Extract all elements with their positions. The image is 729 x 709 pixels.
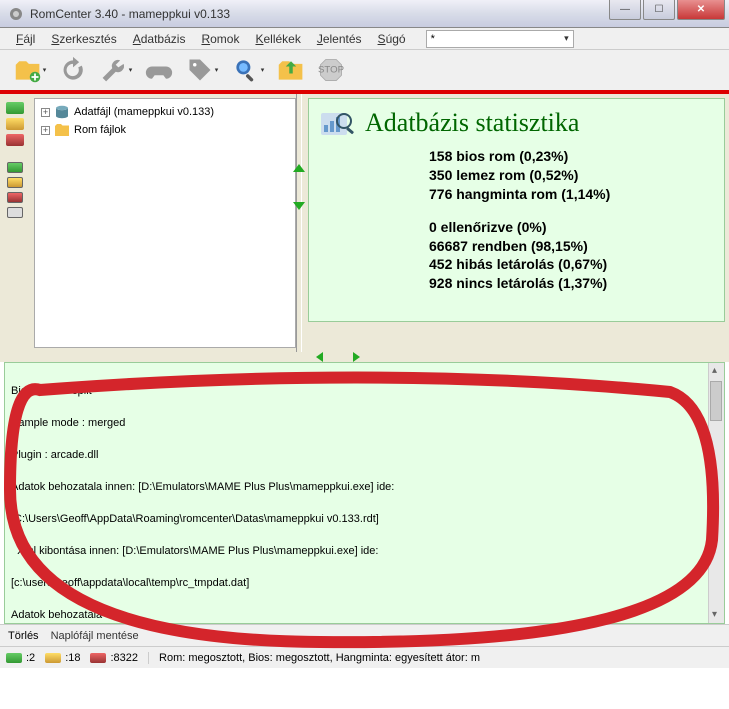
filter-chipbar xyxy=(0,94,30,352)
stats-panel: Adatbázis statisztika 158 bios rom (0,23… xyxy=(302,94,729,352)
stats-line: 928 nincs letárolás (1,37%) xyxy=(429,274,714,293)
log-line: [C:\Users\Geoff\AppData\Roaming\romcente… xyxy=(11,511,720,527)
status-green-count: :2 xyxy=(26,652,35,664)
gamepad-button[interactable] xyxy=(142,53,176,87)
chip-small-grey-icon[interactable] xyxy=(7,207,23,218)
log-line: Adatok behozatala innen: [D:\Emulators\M… xyxy=(11,479,720,495)
stop-button[interactable]: STOP xyxy=(314,53,348,87)
log-line: Xml kibontása innen: [D:\Emulators\MAME … xyxy=(11,543,720,559)
status-green-icon xyxy=(6,653,22,663)
status-yellow-count: :18 xyxy=(65,652,80,664)
tree-panel[interactable]: + Adatfájl (mameppkui v0.133) + Rom fájl… xyxy=(34,98,296,348)
log-panel[interactable]: Bios mode : split Sample mode : merged P… xyxy=(4,362,725,624)
status-yellow-icon xyxy=(45,653,61,663)
scrollbar[interactable] xyxy=(708,363,724,623)
filter-combo[interactable]: * xyxy=(426,30,574,48)
chip-red-icon[interactable] xyxy=(6,134,24,146)
expand-icon[interactable]: + xyxy=(41,108,50,117)
log-save-button[interactable]: Naplófájl mentése xyxy=(51,630,139,642)
chip-yellow-icon[interactable] xyxy=(6,118,24,130)
tree-label-romfiles: Rom fájlok xyxy=(74,124,126,136)
filter-value: * xyxy=(431,33,435,45)
log-line: [c:\users\geoff\appdata\local\temp\rc_tm… xyxy=(11,575,720,591)
log-line: Plugin : arcade.dll xyxy=(11,447,720,463)
stats-magnifier-icon xyxy=(319,107,355,139)
menu-file[interactable]: Fájl xyxy=(12,30,39,48)
database-icon xyxy=(54,105,70,119)
new-db-button[interactable] xyxy=(10,53,50,87)
log-controls: Törlés Naplófájl mentése xyxy=(0,624,729,646)
stats-line: 776 hangminta rom (1,14%) xyxy=(429,185,714,204)
chip-green-icon[interactable] xyxy=(6,102,24,114)
toolbar: STOP xyxy=(0,50,729,94)
refresh-button[interactable] xyxy=(56,53,90,87)
menu-roms[interactable]: Romok xyxy=(197,30,243,48)
stats-title: Adatbázis statisztika xyxy=(365,108,579,138)
statusbar: :2 :18 :8322 Rom: megosztott, Bios: mego… xyxy=(0,646,729,668)
stats-line: 0 ellenőrizve (0%) xyxy=(429,218,714,237)
menu-help[interactable]: Súgó xyxy=(374,30,410,48)
menu-database[interactable]: Adatbázis xyxy=(129,30,190,48)
tree-row-romfiles[interactable]: + Rom fájlok xyxy=(41,121,289,139)
expand-icon[interactable]: + xyxy=(41,126,50,135)
main-panel: + Adatfájl (mameppkui v0.133) + Rom fájl… xyxy=(0,94,729,352)
tools-button[interactable] xyxy=(96,53,136,87)
chip-small-red-icon[interactable] xyxy=(7,192,23,203)
status-red-count: :8322 xyxy=(110,652,138,664)
window-title: RomCenter 3.40 - mameppkui v0.133 xyxy=(30,7,230,21)
export-button[interactable] xyxy=(274,53,308,87)
tree-label-datafile: Adatfájl (mameppkui v0.133) xyxy=(74,106,214,118)
app-icon xyxy=(8,6,24,22)
stats-line: 66687 rendben (98,15%) xyxy=(429,237,714,256)
menu-accessories[interactable]: Kellékek xyxy=(251,30,304,48)
chip-small-yellow-icon[interactable] xyxy=(7,177,23,188)
scrollbar-thumb[interactable] xyxy=(710,381,722,421)
stats-line: 350 lemez rom (0,52%) xyxy=(429,166,714,185)
splitter-vertical[interactable] xyxy=(0,352,729,362)
folder-icon xyxy=(54,123,70,137)
status-text: Rom: megosztott, Bios: megosztott, Hangm… xyxy=(148,652,723,664)
minimize-button[interactable]: — xyxy=(609,0,641,20)
log-line: Sample mode : merged xyxy=(11,415,720,431)
tag-button[interactable] xyxy=(182,53,222,87)
stats-line: 158 bios rom (0,23%) xyxy=(429,147,714,166)
maximize-button[interactable]: ☐ xyxy=(643,0,675,20)
stats-line: 452 hibás letárolás (0,67%) xyxy=(429,255,714,274)
tree-row-datafile[interactable]: + Adatfájl (mameppkui v0.133) xyxy=(41,103,289,121)
log-clear-button[interactable]: Törlés xyxy=(8,630,39,642)
status-red-icon xyxy=(90,653,106,663)
close-button[interactable]: ✕ xyxy=(677,0,725,20)
menubar: Fájl Szerkesztés Adatbázis Romok Kelléke… xyxy=(0,28,729,50)
log-line: Bios mode : split xyxy=(11,383,720,399)
chip-small-green-icon[interactable] xyxy=(7,162,23,173)
menu-report[interactable]: Jelentés xyxy=(313,30,366,48)
log-line: Adatok behozatala xyxy=(11,607,720,623)
titlebar: RomCenter 3.40 - mameppkui v0.133 — ☐ ✕ xyxy=(0,0,729,28)
search-button[interactable] xyxy=(228,53,268,87)
menu-edit[interactable]: Szerkesztés xyxy=(47,30,120,48)
svg-text:STOP: STOP xyxy=(318,65,344,76)
